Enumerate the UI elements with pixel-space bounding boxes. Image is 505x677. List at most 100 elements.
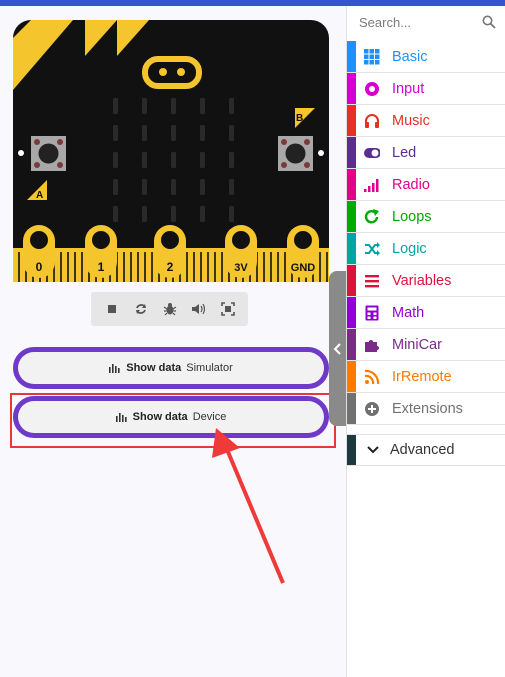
screenshot-icon: [220, 302, 235, 316]
calculator-icon: [364, 305, 380, 321]
pin-0[interactable]: 0: [23, 225, 55, 278]
grid-icon: [364, 48, 380, 65]
led-pixel: [171, 179, 176, 195]
category-input[interactable]: Input: [347, 73, 505, 105]
pin-3v[interactable]: 3V: [225, 225, 257, 278]
simulator-panel: A B 0 1 2 3V GND Show data Simulator Sho…: [0, 6, 345, 677]
led-pixel: [113, 98, 118, 114]
advanced-toggle[interactable]: Advanced: [347, 434, 505, 466]
led-pixel: [229, 152, 234, 168]
pin-label: 3V: [234, 262, 248, 274]
button-a-label: A: [36, 190, 43, 201]
category-minicar[interactable]: MiniCar: [347, 329, 505, 361]
category-label: Basic: [392, 48, 428, 65]
category-label: Variables: [392, 272, 452, 289]
category-label: Music: [392, 112, 430, 129]
highlight-box: [10, 393, 336, 448]
stop-button[interactable]: [101, 298, 123, 320]
pin-label: 1: [98, 260, 105, 274]
show-data-label: Show data: [126, 362, 182, 374]
led-pixel: [229, 179, 234, 195]
led-pixel: [171, 206, 176, 222]
refresh-icon: [135, 304, 146, 314]
led-pixel: [142, 98, 147, 114]
search-icon[interactable]: [482, 15, 496, 29]
category-led[interactable]: Led: [347, 137, 505, 169]
category-extensions[interactable]: Extensions: [347, 393, 505, 425]
debug-button[interactable]: [159, 298, 181, 320]
show-data-target: Simulator: [186, 362, 233, 374]
shuffle-icon: [364, 241, 380, 257]
restart-button[interactable]: [130, 298, 152, 320]
pin-2[interactable]: 2: [154, 225, 186, 278]
led-pixel: [113, 125, 118, 141]
pin-gnd[interactable]: GND: [287, 225, 319, 278]
stop-icon: [107, 305, 116, 313]
screenshot-button[interactable]: [217, 298, 239, 320]
category-color-bar: [347, 73, 356, 104]
list-icon: [364, 273, 380, 289]
category-irremote[interactable]: IrRemote: [347, 361, 505, 393]
category-variables[interactable]: Variables: [347, 265, 505, 297]
category-label: Loops: [392, 208, 432, 225]
category-color-bar: [347, 297, 356, 328]
category-loops[interactable]: Loops: [347, 201, 505, 233]
category-color-bar: [347, 361, 356, 392]
signal-bars-icon: [364, 177, 380, 193]
category-logic[interactable]: Logic: [347, 233, 505, 265]
category-color-bar: [347, 137, 356, 168]
category-basic[interactable]: Basic: [347, 41, 505, 73]
pin-label: 0: [36, 260, 43, 274]
microbit-board[interactable]: A B 0 1 2 3V GND: [13, 20, 329, 282]
led-pixel: [142, 206, 147, 222]
radio-dot-icon: [364, 81, 380, 97]
refresh-icon: [364, 208, 380, 225]
toggle-icon: [364, 145, 380, 161]
chevron-left-icon: [333, 342, 341, 355]
led-pixel: [113, 206, 118, 222]
bug-icon: [163, 303, 176, 316]
pin-label: GND: [291, 262, 316, 274]
led-pixel: [142, 179, 147, 195]
category-music[interactable]: Music: [347, 105, 505, 137]
category-color-bar: [347, 169, 356, 200]
led-pixel: [142, 125, 147, 141]
category-label: Input: [392, 80, 425, 97]
led-pixel: [113, 179, 118, 195]
plus-circle-icon: [364, 401, 380, 417]
category-math[interactable]: Math: [347, 297, 505, 329]
category-color-bar: [347, 265, 356, 296]
button-a[interactable]: [31, 136, 66, 171]
collapse-simulator-tab[interactable]: [329, 271, 346, 426]
led-pixel: [229, 98, 234, 114]
led-pixel: [229, 125, 234, 141]
category-color-bar: [347, 105, 356, 136]
button-b[interactable]: [278, 136, 313, 171]
wifi-icon: [364, 369, 380, 385]
headphones-icon: [364, 113, 380, 129]
pin-1[interactable]: 1: [85, 225, 117, 278]
mute-button[interactable]: [188, 298, 210, 320]
category-color-bar: [347, 329, 356, 360]
bar-chart-icon: [109, 364, 120, 373]
simulator-controls: [91, 292, 248, 326]
search-box: [347, 6, 505, 39]
toolbox: Basic Input Music Led Radio Loops Logic Variabl…: [346, 6, 505, 677]
show-data-simulator-button[interactable]: Show data Simulator: [13, 347, 329, 389]
category-color-bar: [347, 201, 356, 232]
led-pixel: [200, 98, 205, 114]
advanced-label: Advanced: [390, 442, 455, 458]
speaker-icon: [191, 303, 205, 315]
category-radio[interactable]: Radio: [347, 169, 505, 201]
category-color-bar: [347, 41, 356, 72]
category-label: Logic: [392, 240, 427, 257]
category-label: IrRemote: [392, 368, 452, 385]
led-pixel: [229, 206, 234, 222]
button-b-label: B: [296, 113, 303, 124]
category-label: MiniCar: [392, 336, 442, 353]
led-pixel: [200, 152, 205, 168]
puzzle-icon: [364, 337, 380, 353]
category-label: Radio: [392, 176, 430, 193]
search-input[interactable]: [359, 15, 477, 30]
advanced-color-bar: [347, 435, 356, 465]
